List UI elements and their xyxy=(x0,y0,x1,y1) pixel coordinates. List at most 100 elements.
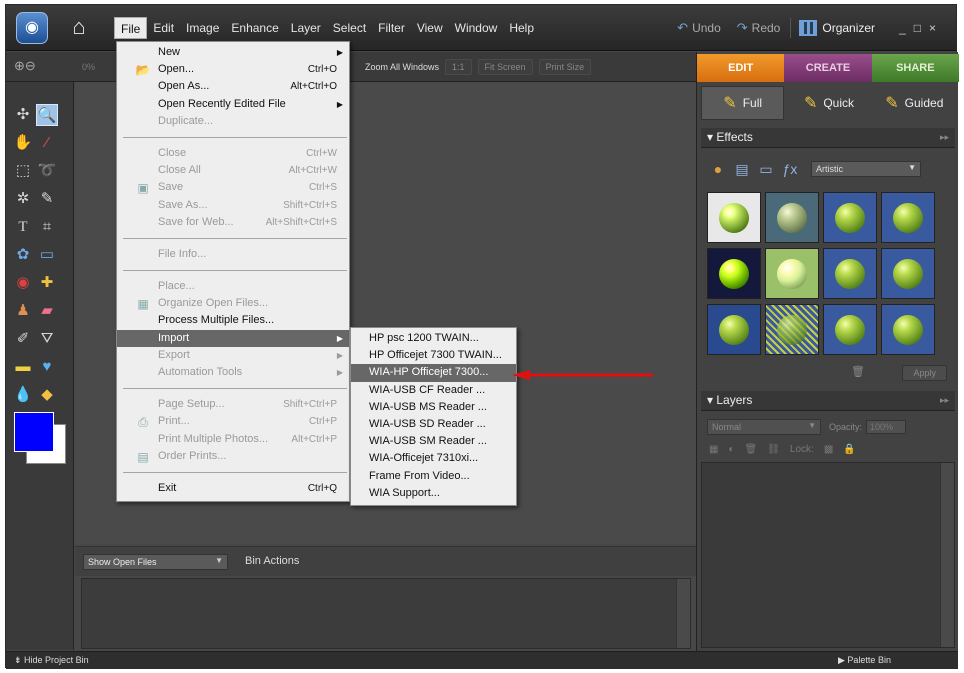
menu-item-print-multiple-photos[interactable]: Print Multiple Photos... Alt+Ctrl+P xyxy=(117,431,349,448)
color-swatches[interactable] xyxy=(14,412,66,464)
effect-thumbnail[interactable] xyxy=(765,248,819,299)
close-button[interactable]: × xyxy=(929,21,944,35)
menu-item-page-setup[interactable]: Page Setup... Shift+Ctrl+P xyxy=(117,396,349,413)
menu-layer[interactable]: Layer xyxy=(285,17,327,39)
fit-screen-button[interactable]: Fit Screen xyxy=(477,59,533,75)
menu-image[interactable]: Image xyxy=(180,17,225,39)
effect-thumbnail[interactable] xyxy=(881,304,935,355)
organizer-button[interactable]: Organizer xyxy=(790,18,883,38)
import-item-hp-officejet-7300-twain[interactable]: HP Officejet 7300 TWAIN... xyxy=(351,347,516,364)
fx-all-icon[interactable]: ƒx xyxy=(781,160,799,178)
hand-tool-icon[interactable]: ✋ xyxy=(12,132,34,154)
tab-full-edit[interactable]: ✎ Full xyxy=(701,86,785,120)
menu-edit[interactable]: Edit xyxy=(147,17,180,39)
layers-scrollbar[interactable] xyxy=(940,463,954,647)
cookie-cutter-tool-icon[interactable]: ✿ xyxy=(12,244,34,266)
effect-thumbnail[interactable] xyxy=(823,304,877,355)
bin-scrollbar[interactable] xyxy=(676,579,690,648)
blend-mode-select[interactable]: Normal ▼ xyxy=(707,419,821,435)
menu-item-duplicate[interactable]: Duplicate... xyxy=(117,113,349,130)
effect-thumbnail[interactable] xyxy=(823,248,877,299)
zoom-all-windows-checkbox[interactable]: Zoom All Windows xyxy=(365,62,439,72)
redo-button[interactable]: ↷ Redo xyxy=(731,18,787,38)
shape-tool-icon[interactable]: ♥ xyxy=(36,356,58,378)
menu-item-organize-open-files[interactable]: ▦ Organize Open Files... xyxy=(117,295,349,312)
clone-stamp-tool-icon[interactable]: ♟ xyxy=(12,300,34,322)
bin-actions-menu[interactable]: Bin Actions xyxy=(245,555,299,567)
menu-item-process-multiple-files[interactable]: Process Multiple Files... xyxy=(117,312,349,329)
zoom-percent[interactable]: 0% xyxy=(82,62,95,72)
import-item-wia-officejet-7310xi[interactable]: WIA-Officejet 7310xi... xyxy=(351,450,516,467)
menu-item-exit[interactable]: Exit Ctrl+Q xyxy=(117,480,349,497)
effect-thumbnail[interactable] xyxy=(707,248,761,299)
eyedropper-tool-icon[interactable]: ⁄ xyxy=(36,132,58,154)
menu-item-save[interactable]: ▣ Save Ctrl+S xyxy=(117,179,349,196)
menu-item-close[interactable]: Close Ctrl+W xyxy=(117,145,349,162)
menu-filter[interactable]: Filter xyxy=(372,17,411,39)
palette-bin-button[interactable]: ▶ Palette Bin xyxy=(838,655,891,666)
apply-button[interactable]: Apply xyxy=(902,365,947,381)
panel-menu-icon[interactable]: ▸▸ xyxy=(940,395,949,406)
sponge-tool-icon[interactable]: ◆ xyxy=(36,384,58,406)
brush-tool-icon[interactable]: ✐ xyxy=(12,328,34,350)
menu-select[interactable]: Select xyxy=(327,17,372,39)
menu-help[interactable]: Help xyxy=(503,17,540,39)
healing-brush-tool-icon[interactable]: ✚ xyxy=(36,272,58,294)
tab-edit[interactable]: EDIT xyxy=(697,54,785,82)
effects-category-select[interactable]: Artistic ▼ xyxy=(811,161,921,177)
zoom-tool-icon[interactable]: 🔍 xyxy=(36,104,58,126)
app-logo-icon[interactable]: ◉ xyxy=(16,12,48,44)
menu-item-new[interactable]: New ▶ xyxy=(117,44,349,61)
type-tool-icon[interactable]: T xyxy=(12,216,34,238)
lasso-tool-icon[interactable]: ➰ xyxy=(36,160,58,182)
layer-styles-icon[interactable]: ▤ xyxy=(733,160,751,178)
panel-menu-icon[interactable]: ▸▸ xyxy=(940,132,949,143)
effect-thumbnail[interactable] xyxy=(707,192,761,243)
adjustment-layer-icon[interactable]: ◐ xyxy=(728,444,734,455)
crop-tool-icon[interactable]: ⌗ xyxy=(36,216,58,238)
menu-item-order-prints[interactable]: ▤ Order Prints... xyxy=(117,448,349,465)
menu-item-open-recently-edited-file[interactable]: Open Recently Edited File ▶ xyxy=(117,96,349,113)
eraser-tool-icon[interactable]: ▰ xyxy=(36,300,58,322)
home-icon[interactable]: ⌂ xyxy=(64,12,94,44)
undo-button[interactable]: ↶ Undo xyxy=(671,18,727,38)
menu-window[interactable]: Window xyxy=(449,17,504,39)
effect-thumbnail[interactable] xyxy=(823,192,877,243)
print-size-button[interactable]: Print Size xyxy=(538,59,592,75)
import-item-wia-usb-ms-reader[interactable]: WIA-USB MS Reader ... xyxy=(351,399,516,416)
link-layers-icon[interactable]: ⛓ xyxy=(767,444,780,455)
menu-item-save-for-web[interactable]: Save for Web... Alt+Shift+Ctrl+S xyxy=(117,214,349,231)
delete-layer-icon[interactable]: 🗑 xyxy=(745,444,758,455)
lock-icon[interactable]: 🔒 xyxy=(843,444,855,455)
tab-share[interactable]: SHARE xyxy=(871,54,959,82)
minimize-button[interactable]: _ xyxy=(899,21,914,35)
blur-tool-icon[interactable]: 💧 xyxy=(12,384,34,406)
import-item-wia-usb-cf-reader[interactable]: WIA-USB CF Reader ... xyxy=(351,382,516,399)
import-item-wia-hp-officejet-7300[interactable]: WIA-HP Officejet 7300... xyxy=(351,364,516,382)
effect-thumbnail[interactable] xyxy=(881,248,935,299)
effect-thumbnail[interactable] xyxy=(765,192,819,243)
actual-pixels-button[interactable]: 1:1 xyxy=(445,59,472,75)
menu-item-export[interactable]: Export ▶ xyxy=(117,347,349,364)
filters-icon[interactable]: ● xyxy=(709,160,727,178)
show-open-files-select[interactable]: Show Open Files ▼ xyxy=(83,554,228,570)
menu-item-print[interactable]: ⎙ Print... Ctrl+P xyxy=(117,413,349,430)
foreground-color-swatch[interactable] xyxy=(14,412,54,452)
maximize-button[interactable]: □ xyxy=(914,21,929,35)
straighten-tool-icon[interactable]: ▭ xyxy=(36,244,58,266)
move-tool-icon[interactable]: ✣ xyxy=(12,104,34,126)
hide-project-bin-button[interactable]: ⇟ Hide Project Bin xyxy=(14,655,89,666)
menu-item-close-all[interactable]: Close All Alt+Ctrl+W xyxy=(117,162,349,179)
effect-thumbnail[interactable] xyxy=(707,304,761,355)
marquee-tool-icon[interactable]: ⬚ xyxy=(12,160,34,182)
trash-icon[interactable]: 🗑 xyxy=(851,365,865,378)
effect-thumbnail[interactable] xyxy=(881,192,935,243)
menu-item-open[interactable]: 📂 Open... Ctrl+O xyxy=(117,61,349,78)
menu-view[interactable]: View xyxy=(411,17,449,39)
tab-quick-edit[interactable]: ✎ Quick xyxy=(788,86,869,120)
menu-item-open-as[interactable]: Open As... Alt+Ctrl+O xyxy=(117,78,349,95)
import-item-hp-psc-1200-twain[interactable]: HP psc 1200 TWAIN... xyxy=(351,330,516,347)
layers-panel-header[interactable]: ▾ Layers ▸▸ xyxy=(701,391,955,411)
menu-item-save-as[interactable]: Save As... Shift+Ctrl+S xyxy=(117,197,349,214)
lock-transparency-icon[interactable]: ▩ xyxy=(824,444,833,455)
